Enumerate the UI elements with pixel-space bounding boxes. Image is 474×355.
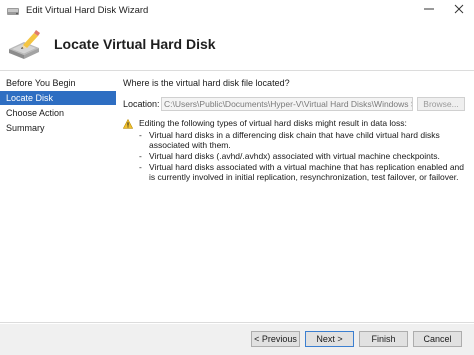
data-loss-warning: Editing the following types of virtual h…	[122, 118, 469, 183]
list-item: - Virtual hard disks (.avhd/.avhdx) assoc…	[139, 151, 440, 161]
location-row: Location: C:\Users\Public\Documents\Hype…	[123, 97, 469, 111]
close-icon	[454, 4, 464, 17]
minimize-button[interactable]	[414, 0, 444, 21]
location-label: Location:	[123, 99, 160, 109]
warning-list: - Virtual hard disks in a differencing di…	[139, 130, 469, 182]
title-bar: Edit Virtual Hard Disk Wizard	[0, 0, 474, 21]
finish-button[interactable]: Finish	[359, 331, 408, 347]
footer-divider	[0, 322, 474, 323]
warning-intro: Editing the following types of virtual h…	[139, 118, 407, 128]
location-question: Where is the virtual hard disk file loca…	[123, 78, 290, 88]
main-content: Where is the virtual hard disk file loca…	[122, 78, 469, 183]
next-button[interactable]: Next >	[305, 331, 354, 347]
step-locate-disk[interactable]: Locate Disk	[0, 91, 116, 105]
step-summary[interactable]: Summary	[0, 121, 116, 135]
page-title: Locate Virtual Hard Disk	[54, 36, 216, 52]
step-choose-action[interactable]: Choose Action	[0, 106, 116, 120]
disk-icon	[6, 4, 20, 18]
warning-item-text: Virtual hard disks in a differencing dis…	[149, 130, 440, 150]
wizard-header: Locate Virtual Hard Disk	[0, 21, 474, 71]
warning-item-text: Virtual hard disks associated with a vir…	[149, 162, 464, 182]
location-input[interactable]: C:\Users\Public\Documents\Hyper-V\Virtua…	[161, 97, 413, 111]
wizard-footer: < Previous Next > Finish Cancel	[0, 324, 474, 355]
list-item: - Virtual hard disks associated with a vi…	[139, 162, 464, 182]
list-item: - Virtual hard disks in a differencing di…	[139, 130, 440, 150]
warning-icon	[122, 118, 134, 129]
step-before-you-begin[interactable]: Before You Begin	[0, 76, 116, 90]
browse-button[interactable]: Browse...	[417, 97, 465, 111]
disk-pencil-icon	[6, 27, 42, 63]
window-title: Edit Virtual Hard Disk Wizard	[26, 5, 149, 16]
close-button[interactable]	[444, 0, 474, 21]
cancel-button[interactable]: Cancel	[413, 331, 462, 347]
warning-item-text: Virtual hard disks (.avhd/.avhdx) associ…	[149, 151, 440, 161]
previous-button[interactable]: < Previous	[251, 331, 300, 347]
minimize-icon	[424, 4, 434, 17]
wizard-steps: Before You Begin Locate Disk Choose Acti…	[0, 76, 116, 316]
